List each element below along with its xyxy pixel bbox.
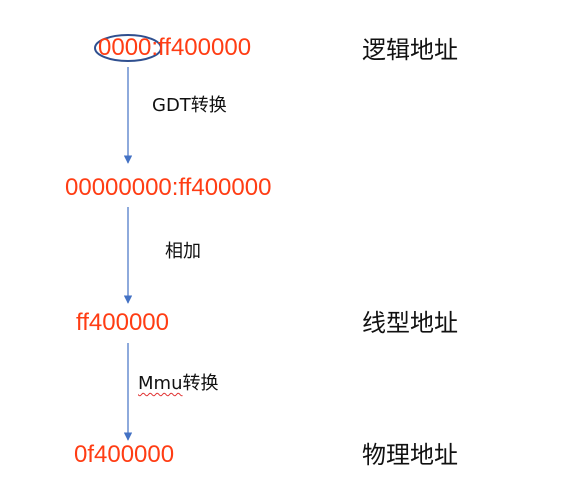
connector-layer xyxy=(94,34,162,441)
segment-linear-address: 00000000:ff400000 xyxy=(65,174,272,201)
physical-address-label: 物理地址 xyxy=(362,441,458,469)
address-translation-diagram: 0000:ff400000 逻辑地址 GDT转换 00000000:ff4000… xyxy=(0,0,566,491)
logical-address: 0000:ff400000 xyxy=(98,34,252,61)
mmu-translation-label: Mmu转换 xyxy=(138,373,218,395)
gdt-translation-label: GDT转换 xyxy=(152,95,227,116)
linear-address: ff400000 xyxy=(76,309,169,336)
mmu-translation-suffix: 转换 xyxy=(182,373,219,394)
physical-address: 0f400000 xyxy=(74,441,175,468)
mmu-spellcheck-word: Mmu xyxy=(138,373,183,394)
logical-address-label: 逻辑地址 xyxy=(362,36,458,64)
add-step-label: 相加 xyxy=(165,241,201,262)
linear-address-label: 线型地址 xyxy=(362,309,458,337)
